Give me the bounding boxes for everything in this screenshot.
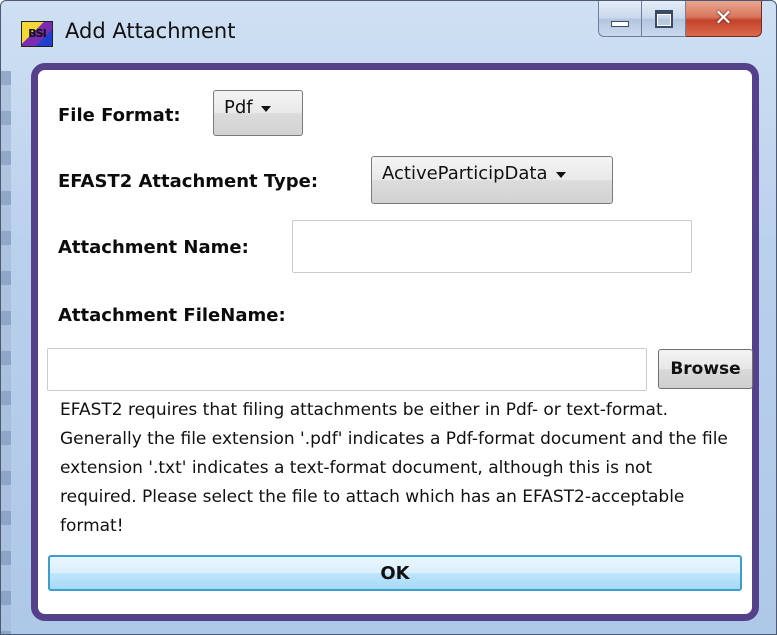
ok-button[interactable]: OK — [48, 555, 742, 591]
chevron-down-icon — [260, 106, 271, 112]
title-bar[interactable]: BSI Add Attachment ✕ — [1, 1, 776, 63]
file-format-label: File Format: — [58, 105, 181, 126]
maximize-button[interactable] — [642, 1, 686, 37]
close-icon: ✕ — [714, 6, 733, 31]
attachment-name-label: Attachment Name: — [58, 237, 249, 258]
help-text: EFAST2 requires that filing attachments … — [60, 400, 728, 536]
file-format-value: Pdf — [224, 97, 253, 118]
window-title: Add Attachment — [65, 19, 236, 43]
browse-button[interactable]: Browse — [658, 349, 753, 389]
minimize-icon — [611, 20, 629, 27]
attachment-type-dropdown[interactable]: ActiveParticipData — [371, 156, 613, 204]
chevron-down-icon — [555, 172, 566, 178]
background-stripe — [1, 71, 11, 634]
attachment-filename-input[interactable] — [47, 348, 647, 391]
maximize-icon — [654, 9, 673, 28]
attachment-type-label: EFAST2 Attachment Type: — [58, 171, 319, 192]
minimize-button[interactable] — [598, 1, 642, 37]
caption-buttons: ✕ — [598, 1, 762, 39]
dialog-body: File Format: Pdf EFAST2 Attachment Type:… — [31, 63, 759, 621]
close-button[interactable]: ✕ — [686, 1, 762, 37]
attachment-name-input[interactable] — [292, 220, 692, 273]
attachment-type-value: ActiveParticipData — [382, 163, 548, 184]
attachment-filename-label: Attachment FileName: — [58, 305, 286, 326]
file-format-dropdown[interactable]: Pdf — [213, 90, 303, 136]
app-logo-icon: BSI — [21, 21, 53, 47]
add-attachment-window: BSI Add Attachment ✕ File Format: Pdf EF… — [0, 0, 777, 635]
